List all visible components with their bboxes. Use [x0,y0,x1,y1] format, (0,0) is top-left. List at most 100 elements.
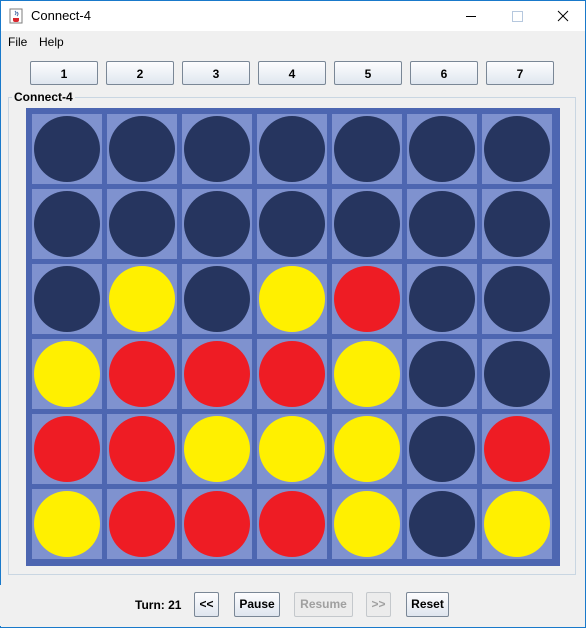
board-cell[interactable] [332,489,402,559]
column-button-7[interactable]: 7 [486,61,554,85]
red-disc [334,266,400,332]
previous-move-button[interactable]: << [194,592,219,617]
red-disc [484,416,550,482]
yellow-disc [334,416,400,482]
board-cell[interactable] [482,189,552,259]
board-cell[interactable] [257,339,327,409]
board-cell[interactable] [332,414,402,484]
board-cell[interactable] [107,339,177,409]
java-cup-icon [9,8,23,24]
empty-slot [34,191,100,257]
red-disc [34,416,100,482]
column-button-4[interactable]: 4 [258,61,326,85]
empty-slot [334,191,400,257]
yellow-disc [184,416,250,482]
red-disc [109,341,175,407]
game-board[interactable] [26,108,560,566]
empty-slot [409,491,475,557]
board-cell[interactable] [407,264,477,334]
board-cell[interactable] [332,114,402,184]
column-button-2[interactable]: 2 [106,61,174,85]
column-button-6[interactable]: 6 [410,61,478,85]
board-cell[interactable] [257,489,327,559]
board-cell[interactable] [107,189,177,259]
control-bar [0,585,584,626]
empty-slot [484,341,550,407]
board-cell[interactable] [32,264,102,334]
red-disc [259,341,325,407]
board-cell[interactable] [407,339,477,409]
board-cell[interactable] [407,489,477,559]
red-disc [259,491,325,557]
close-icon[interactable] [540,1,586,31]
board-cell[interactable] [182,489,252,559]
reset-button[interactable]: Reset [406,592,449,617]
maximize-icon[interactable] [494,1,540,31]
board-cell[interactable] [482,489,552,559]
minimize-icon[interactable] [448,1,494,31]
board-cell[interactable] [182,189,252,259]
board-cell[interactable] [257,414,327,484]
board-cell[interactable] [32,414,102,484]
column-button-5[interactable]: 5 [334,61,402,85]
yellow-disc [334,341,400,407]
empty-slot [484,116,550,182]
board-cell[interactable] [407,189,477,259]
empty-slot [259,191,325,257]
resume-button[interactable]: Resume [294,592,353,617]
yellow-disc [484,491,550,557]
empty-slot [484,266,550,332]
yellow-disc [259,266,325,332]
menu-help[interactable]: Help [39,35,64,49]
board-cell[interactable] [257,264,327,334]
board-cell[interactable] [257,189,327,259]
column-button-3[interactable]: 3 [182,61,250,85]
pause-button[interactable]: Pause [234,592,280,617]
yellow-disc [259,416,325,482]
turn-counter: Turn: 21 [135,598,182,612]
board-cell[interactable] [32,114,102,184]
board-cell[interactable] [257,114,327,184]
board-cell[interactable] [32,489,102,559]
empty-slot [409,416,475,482]
red-disc [184,341,250,407]
red-disc [109,416,175,482]
empty-slot [34,116,100,182]
board-cell[interactable] [332,264,402,334]
board-cell[interactable] [332,189,402,259]
empty-slot [334,116,400,182]
red-disc [109,491,175,557]
board-cell[interactable] [482,414,552,484]
board-cell[interactable] [32,339,102,409]
board-cell[interactable] [182,339,252,409]
empty-slot [259,116,325,182]
board-cell[interactable] [482,114,552,184]
board-cell[interactable] [182,414,252,484]
board-cell[interactable] [107,114,177,184]
red-disc [184,491,250,557]
board-cell[interactable] [407,414,477,484]
board-cell[interactable] [182,264,252,334]
board-cell[interactable] [182,114,252,184]
empty-slot [184,116,250,182]
board-cell[interactable] [107,489,177,559]
column-button-1[interactable]: 1 [30,61,98,85]
yellow-disc [34,491,100,557]
board-cell[interactable] [482,339,552,409]
window-title: Connect-4 [31,8,91,23]
board-cell[interactable] [107,414,177,484]
yellow-disc [34,341,100,407]
board-cell[interactable] [407,114,477,184]
menu-file[interactable]: File [8,35,27,49]
empty-slot [484,191,550,257]
menu-bar: File Help [1,31,585,53]
board-cell[interactable] [107,264,177,334]
board-group-title: Connect-4 [12,90,75,104]
yellow-disc [109,266,175,332]
board-cell[interactable] [482,264,552,334]
board-cell[interactable] [32,189,102,259]
next-move-button[interactable]: >> [366,592,391,617]
empty-slot [184,191,250,257]
yellow-disc [334,491,400,557]
board-cell[interactable] [332,339,402,409]
